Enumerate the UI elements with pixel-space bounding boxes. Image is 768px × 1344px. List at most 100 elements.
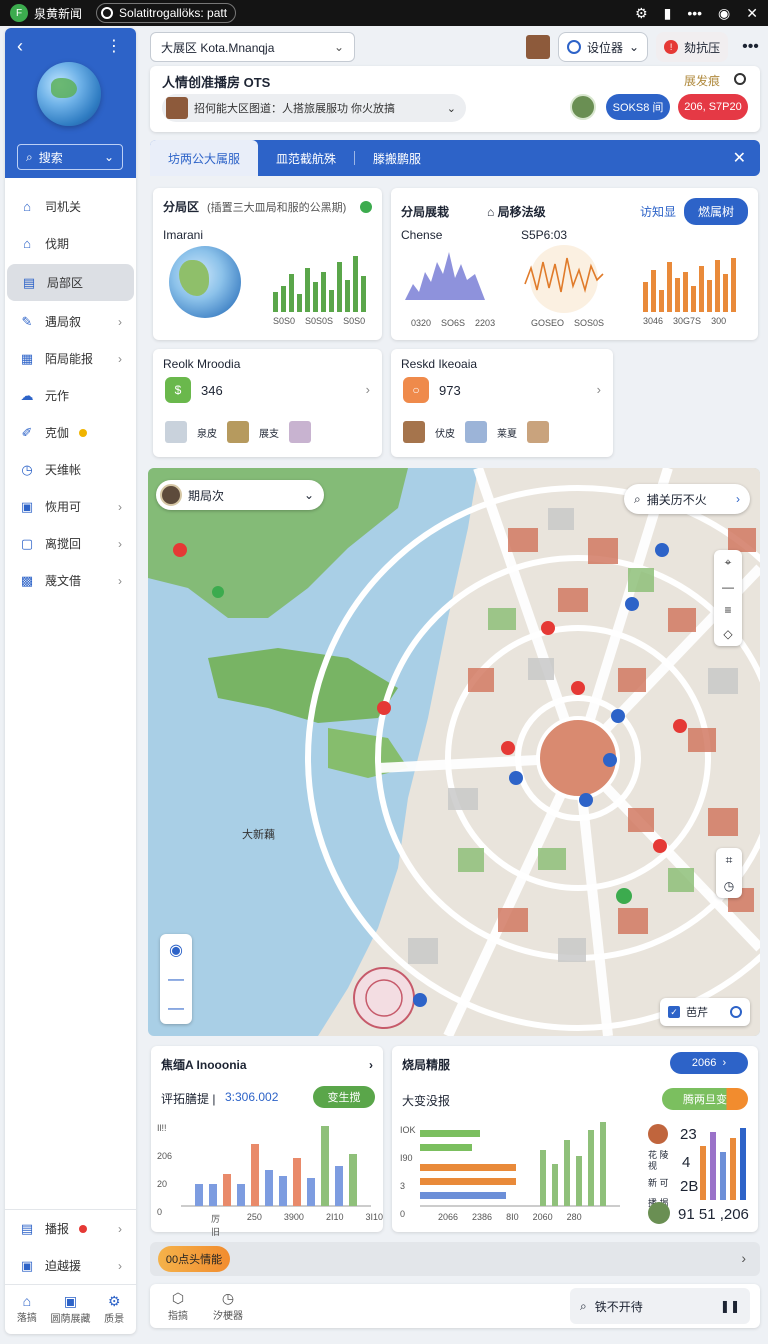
target-icon [567,40,581,54]
bottom-left-ylabels: Il!! 206 20 0 [157,1114,172,1226]
pin-icon[interactable]: ⌖ [725,555,732,570]
location-label: 大展区 Kota.Mnanqja [161,40,275,55]
header-pill[interactable]: 设位器 ⌄ [558,32,649,62]
bottom-left-header: 焦缅A Inooonia › [151,1046,383,1083]
sidebar-item-6[interactable]: ✐ 克伽 [5,414,136,451]
more-icon[interactable]: ••• [736,38,765,56]
alert-button[interactable]: ! 劾抗压 [656,32,729,62]
footer-item-0[interactable]: ⬡ 指搞 [158,1290,198,1322]
zoom-in-icon[interactable]: — [168,1000,184,1018]
x-label: 250 [246,1212,262,1222]
x-label: 3I10 [365,1212,383,1222]
close-icon[interactable]: ✕ [746,5,758,22]
globe-card-sub: (插置三大皿局和服的公黑期) [207,201,347,214]
sidebar-bottom-item-1[interactable]: ▣ 迫越援 › [5,1247,136,1284]
progress-strip-pill: 00点头情能 [158,1246,230,1272]
tick-label: 300 [711,316,727,326]
sidebar-item-label: 局部区 [47,276,84,290]
sidebar-item-9[interactable]: ▢ 离搅回 › [5,525,136,562]
tab-2[interactable]: 滕搬鹏服 [355,140,439,176]
tick-label: S0S0 [343,316,366,326]
tick-label: S0S0S [305,316,334,326]
sidebar-item-8[interactable]: ▣ 恢用可 › [5,488,136,525]
shield-icon[interactable]: ◉ [718,5,730,22]
map-checkbox[interactable]: ✓ 芭芹 [660,998,750,1026]
sidebar-item-2[interactable]: ▤ 局部区 [7,264,134,301]
progress-strip[interactable]: 00点头情能 › [150,1242,760,1276]
radio-icon[interactable] [734,73,746,85]
zoom-out-icon[interactable]: — [168,971,184,989]
money-icon: $ [165,377,191,403]
wave-card-button[interactable]: 燃属树 [683,198,748,225]
sidebar-item-3[interactable]: ✎ 遇局叙 › [5,303,136,340]
bottom-right-mini-bars [700,1128,746,1200]
bottom-left-button[interactable]: 变生搅 [313,1086,375,1108]
primary-button[interactable]: SOKS8 间 [606,94,670,120]
tab-0[interactable]: 坊两公大属服 [150,140,259,176]
tick-label: 30G7S [673,316,702,326]
bottom-nav-item-0[interactable]: ⌂ 落搞 [5,1285,49,1334]
subtitle-label: 招何能大区图道：人搭旅展服功 你火放搞 [194,103,396,115]
pause-icon[interactable]: ❚❚ [720,1299,740,1313]
thumb-icon [227,421,249,443]
sidebar-item-label: 克伽 [45,426,70,440]
browser-tab[interactable]: Solatitrogallöks: patt [96,3,237,23]
y-label: 3 [400,1181,406,1191]
sidebar-search[interactable]: ⌕ 搜索 ⌄ [17,144,123,170]
map-layer-select[interactable]: 期局次 ⌄ [156,480,324,510]
subtitle-select[interactable]: 招何能大区图道：人搭旅展服功 你火放搞 ⌄ [162,94,466,122]
sidebar-item-4[interactable]: ▦ 陌局能报 › [5,340,136,377]
sidebar-item-7[interactable]: ◷ 天维帐 [5,451,136,488]
x-label: 厉旧 [211,1214,221,1237]
bottom-right-button[interactable]: 腾两旦变 [662,1088,748,1110]
wave-card-link[interactable]: 访知显 [640,203,676,220]
chevron-right-icon: › [118,536,122,551]
chevron-right-icon: › [365,382,370,397]
page-title: 人情创准播房 OTS [162,75,271,90]
danger-button[interactable]: 206, S7P20 [678,94,748,120]
locate-icon[interactable]: ◉ [169,940,183,960]
avatar [648,1202,670,1224]
sidebar: ‹ ⋮ ⌕ 搜索 ⌄ ⌂ 司机关 ⌂ 伐期 ▤ 局部区 ✎ 遇局叙 › ▦ 陌局能报 › ☁ 元作 ✐ 克伽 ◷… [5,28,136,1334]
avatar[interactable] [570,94,596,120]
year-pill[interactable]: 2066 › [670,1052,748,1074]
map-select-label: 期局次 [188,488,225,503]
footer-search[interactable]: ⌕ 铁不开待 ❚❚ [570,1288,750,1324]
house-icon: ⌂ [23,199,31,214]
location-select[interactable]: 大展区 Kota.Mnanqja ⌄ [150,32,355,62]
camera-icon[interactable]: ⌗ [726,853,733,868]
bottom-nav-item-1[interactable]: ▣ 圆荫展藏 [49,1285,93,1334]
alert-icon: ! [664,40,679,54]
stat-card-2[interactable]: Reskd Ikeoaia ○ 973 › 伏皮 莱夏 [391,349,613,457]
back-icon[interactable]: ‹ [17,36,23,57]
radio-icon [730,1006,742,1018]
sidebar-item-0[interactable]: ⌂ 司机关 [5,188,136,225]
sidebar-item-10[interactable]: ▩ 蔑文借 › [5,562,136,599]
more-icon[interactable]: ••• [687,5,702,22]
row-label: 莱夏 [497,428,517,440]
house-icon[interactable] [526,35,550,59]
sidebar-item-1[interactable]: ⌂ 伐期 [5,225,136,262]
x-label: 2I10 [325,1212,344,1222]
sidebar-item-5[interactable]: ☁ 元作 [5,377,136,414]
gear-icon[interactable]: ⚙ [635,5,648,22]
thumb-icon [165,421,187,443]
stat-card-1[interactable]: Reolk Mroodia $ 346 › 泉皮 展支 [153,349,382,457]
map-search[interactable]: ⌕ 捕关历不火 › [624,484,750,514]
tick-label: 3046 [643,316,664,326]
kebab-icon[interactable]: ⋮ [106,36,122,56]
close-icon[interactable]: ✕ [719,148,760,168]
minus-icon[interactable]: — [722,580,734,594]
badge-icon [79,428,88,437]
layers-icon[interactable]: ≡ [724,603,731,617]
map-canvas [148,468,760,1036]
bottom-nav-item-2[interactable]: ⚙ 质景 [92,1285,136,1334]
sidebar-bottom-item-0[interactable]: ▤ 播报 › [5,1210,136,1247]
tab-1[interactable]: 皿范截航殊 [258,140,354,176]
footer-item-1[interactable]: ◷ 汐梗器 [208,1290,248,1322]
chevron-right-icon[interactable]: › [369,1058,373,1072]
clock-icon[interactable]: ◷ [724,879,734,893]
compass-icon[interactable]: ◇ [723,627,732,641]
globe-card-title: 分局区 [163,200,200,214]
map-view[interactable]: 期局次 ⌄ ⌕ 捕关历不火 › ⌖ — ≡ ◇ ⌗ ◷ 大新藕 ◉ — — [148,468,760,1036]
